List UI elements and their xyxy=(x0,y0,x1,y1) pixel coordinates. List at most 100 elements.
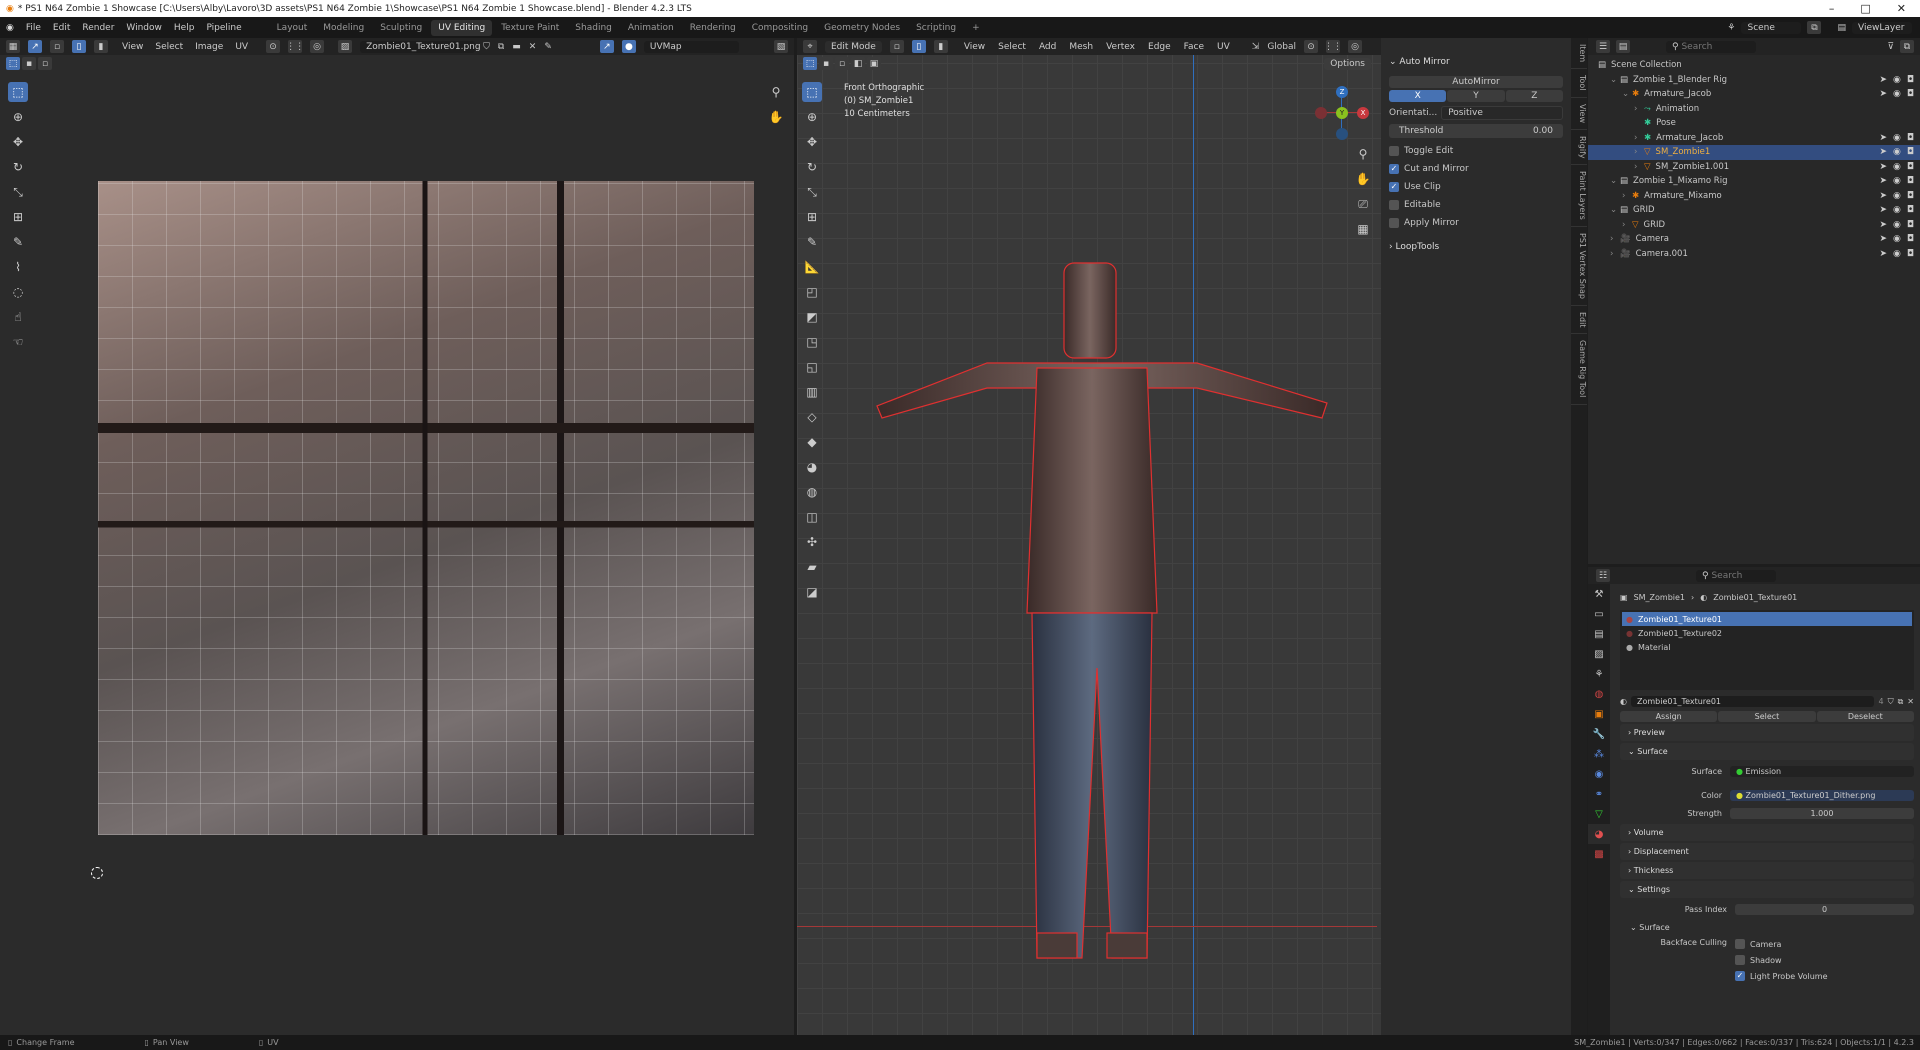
blender-menu-icon[interactable]: ◉ xyxy=(6,23,14,33)
uv-menu-image[interactable]: Image xyxy=(195,42,223,52)
expand-chevron-icon[interactable]: › xyxy=(1634,133,1644,143)
snap-icon[interactable]: ⋮⋮ xyxy=(1324,40,1342,53)
eye-icon[interactable]: ◉ xyxy=(1893,75,1901,85)
expand-chevron-icon[interactable]: ⌄ xyxy=(1622,89,1632,99)
proportional-icon[interactable]: ◎ xyxy=(1348,40,1363,53)
outliner-item[interactable]: › 🎥 Camera.001 ➤ ◉ ◘ xyxy=(1588,247,1920,262)
select-subtract-icon[interactable]: ▫ xyxy=(835,57,849,70)
surface-shader-field[interactable]: ● Emission xyxy=(1730,765,1914,777)
select-icon[interactable]: ➤ xyxy=(1879,176,1887,186)
tab-modeling[interactable]: Modeling xyxy=(316,20,371,36)
unlink-image-icon[interactable]: ✕ xyxy=(529,42,537,52)
select-box-icon[interactable]: ⬚ xyxy=(6,57,20,70)
render-icon[interactable]: ◘ xyxy=(1907,234,1914,244)
backface-camera[interactable]: Camera xyxy=(1735,936,1828,952)
outliner-item[interactable]: ✱ Pose xyxy=(1588,116,1920,131)
eye-icon[interactable]: ◉ xyxy=(1893,162,1901,172)
annotate-tool-icon[interactable]: ✎ xyxy=(802,232,822,252)
select-icon[interactable]: ➤ xyxy=(1879,234,1887,244)
tab-scripting[interactable]: Scripting xyxy=(909,20,963,36)
checkbox[interactable] xyxy=(1389,200,1399,210)
rotate-tool-icon[interactable]: ↻ xyxy=(8,157,28,177)
menu-help[interactable]: Help xyxy=(174,23,195,33)
render-icon[interactable]: ◘ xyxy=(1907,147,1914,157)
vertex-select-icon[interactable]: ▫ xyxy=(50,40,64,53)
filter-view-icon[interactable]: ▤ xyxy=(1616,40,1630,53)
mode-selector[interactable]: Edit Mode xyxy=(825,40,882,53)
sidebar-tab-rigify[interactable]: Rigify xyxy=(1571,130,1587,166)
extrude-tool-icon[interactable]: ◩ xyxy=(802,307,822,327)
gizmo-y[interactable]: Y xyxy=(1336,107,1348,119)
filter-icon[interactable]: ⊽ xyxy=(1887,42,1894,52)
mirror-axis-y[interactable]: Y xyxy=(1447,90,1505,102)
backface-shadow[interactable]: Shadow xyxy=(1735,952,1828,968)
image-browse-icon[interactable]: ▨ xyxy=(338,40,353,53)
material-name-field[interactable]: Zombie01_Texture01 xyxy=(1630,696,1875,707)
select-invert-icon[interactable]: ◧ xyxy=(851,57,865,70)
move-tool-icon[interactable]: ✥ xyxy=(802,132,822,152)
zoom-icon[interactable]: ⚲ xyxy=(766,82,786,102)
render-icon[interactable]: ◘ xyxy=(1907,162,1914,172)
pass-index-field[interactable]: 0 xyxy=(1735,903,1914,915)
poly-build-tool-icon[interactable]: ◆ xyxy=(802,432,822,452)
gizmo-z[interactable]: Z xyxy=(1336,86,1348,98)
orientation-dropdown[interactable]: Positive xyxy=(1441,106,1563,120)
annotate-tool-icon[interactable]: ✎ xyxy=(8,232,28,252)
expand-chevron-icon[interactable]: › xyxy=(1622,191,1632,201)
edge-slide-tool-icon[interactable]: ◫ xyxy=(802,507,822,527)
outliner-item[interactable]: › ▽ SM_Zombie1.001 ➤ ◉ ◘ xyxy=(1588,160,1920,175)
viewport-menu-add[interactable]: Add xyxy=(1039,42,1056,52)
unlink-icon[interactable]: ✕ xyxy=(1907,697,1914,706)
face-select-icon[interactable]: ▮ xyxy=(933,40,948,53)
render-icon[interactable]: ◘ xyxy=(1907,133,1914,143)
viewlayer-selector[interactable]: ViewLayer xyxy=(1852,21,1912,34)
tab--[interactable]: + xyxy=(965,20,987,36)
preview-panel[interactable]: › Preview xyxy=(1620,724,1914,741)
render-icon[interactable]: ◘ xyxy=(1907,191,1914,201)
select-icon[interactable]: ➤ xyxy=(1879,133,1887,143)
eye-icon[interactable]: ◉ xyxy=(1893,220,1901,230)
pin-icon[interactable]: ✎ xyxy=(544,42,552,52)
select-icon[interactable]: ➤ xyxy=(1879,89,1887,99)
expand-chevron-icon[interactable]: › xyxy=(1634,162,1644,172)
outliner-item[interactable]: › ▽ SM_Zombie1 ➤ ◉ ◘ xyxy=(1588,145,1920,160)
viewlayer-icon[interactable]: ▤ xyxy=(1837,23,1846,33)
expand-chevron-icon[interactable]: › xyxy=(1634,104,1644,114)
image-name-field[interactable]: Zombie01_Texture01.png xyxy=(360,40,481,53)
select-extend-icon[interactable]: ▪ xyxy=(22,57,36,70)
outliner-item[interactable]: › ✱ Armature_Jacob ➤ ◉ ◘ xyxy=(1588,131,1920,146)
grab-tool-icon[interactable]: ◌ xyxy=(8,282,28,302)
checkbox[interactable]: ✓ xyxy=(1735,971,1745,981)
transform-tool-icon[interactable]: ⊞ xyxy=(8,207,28,227)
outliner-item[interactable]: ⌄ ✱ Armature_Jacob ➤ ◉ ◘ xyxy=(1588,87,1920,102)
knife-tool-icon[interactable]: ◇ xyxy=(802,407,822,427)
sidebar-tab-edit[interactable]: Edit xyxy=(1571,306,1587,335)
tab-sculpting[interactable]: Sculpting xyxy=(373,20,429,36)
material-slot[interactable]: ● Material xyxy=(1622,640,1912,654)
outliner-item[interactable]: › ⤳ Animation xyxy=(1588,102,1920,117)
fake-user-icon[interactable]: ⛉ xyxy=(483,42,490,52)
inset-tool-icon[interactable]: ◳ xyxy=(802,332,822,352)
pinch-tool-icon[interactable]: ☜ xyxy=(8,332,28,352)
smooth-tool-icon[interactable]: ◍ xyxy=(802,482,822,502)
zombie-mesh[interactable] xyxy=(857,218,1357,978)
strength-field[interactable]: 1.000 xyxy=(1730,807,1914,819)
outliner-item[interactable]: ⌄ ▤ Zombie 1_Mixamo Rig ➤ ◉ ◘ xyxy=(1588,174,1920,189)
select-icon[interactable]: ➤ xyxy=(1879,191,1887,201)
view-layer-tab-icon[interactable]: ▨ xyxy=(1588,644,1610,664)
minimize-button[interactable]: – xyxy=(1829,2,1835,15)
measure-tool-icon[interactable]: 📐 xyxy=(802,257,822,277)
duplicate-icon[interactable]: ⧉ xyxy=(1898,697,1904,707)
display-mode-icon[interactable]: ☰ xyxy=(1596,40,1610,53)
viewport-menu-mesh[interactable]: Mesh xyxy=(1069,42,1093,52)
render-icon[interactable]: ◘ xyxy=(1907,89,1914,99)
checkbox[interactable] xyxy=(1735,939,1745,949)
material-browse-icon[interactable]: ◐ xyxy=(1620,697,1627,706)
pan-hand-icon[interactable]: ✋ xyxy=(1353,169,1373,189)
deselect-button[interactable]: Deselect xyxy=(1816,711,1914,722)
cursor-tool-icon[interactable]: ⊕ xyxy=(802,107,822,127)
uv-stretch-icon[interactable]: ↗ xyxy=(599,40,614,53)
outliner-item[interactable]: › 🎥 Camera ➤ ◉ ◘ xyxy=(1588,232,1920,247)
menu-file[interactable]: File xyxy=(26,23,41,33)
close-button[interactable]: ✕ xyxy=(1897,2,1906,15)
